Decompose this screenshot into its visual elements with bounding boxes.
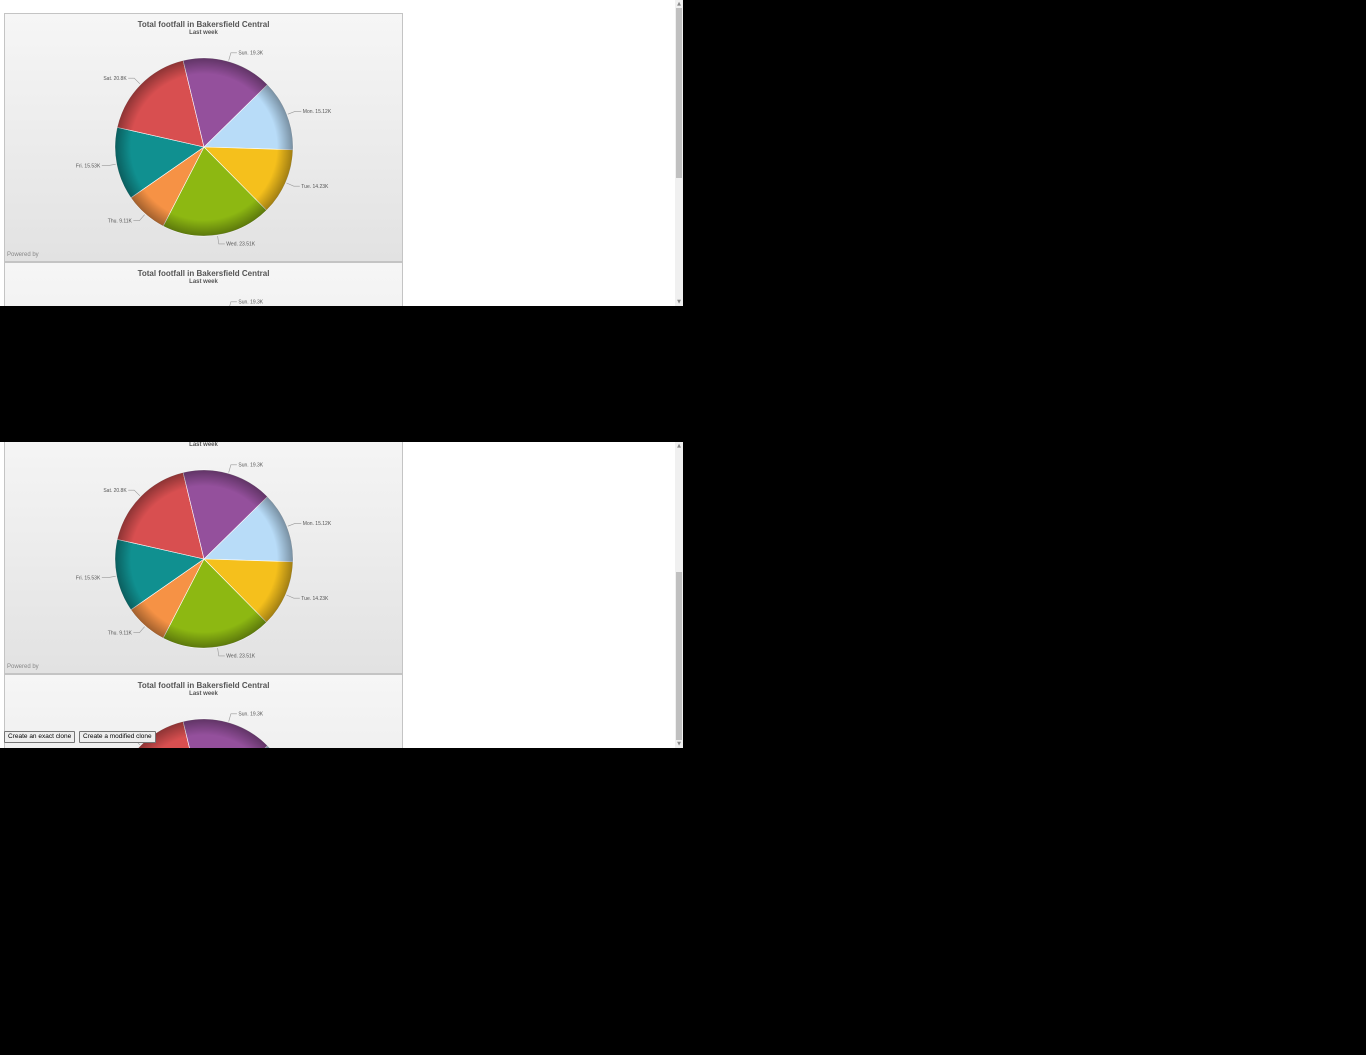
scroll-down-arrow-icon[interactable]: ▼ — [675, 740, 683, 748]
scroll-thumb[interactable] — [676, 572, 682, 740]
slice-label-connector — [287, 523, 302, 527]
slice-label: Sun. 19.3K — [238, 463, 263, 469]
slice-label: Sun. 19.3K — [238, 51, 263, 57]
scroll-up-arrow-icon[interactable]: ▲ — [675, 442, 683, 450]
slice-label: Wed. 23.51K — [226, 242, 255, 248]
slice-label: Tue. 14.23K — [301, 596, 329, 602]
slice-label: Sun. 19.3K — [238, 712, 263, 718]
slice-label-connector — [229, 301, 237, 306]
scroll-down-arrow-icon[interactable]: ▼ — [675, 298, 683, 306]
powered-by-text[interactable]: Powered by — [7, 252, 39, 258]
slice-label-connector — [286, 182, 300, 187]
pie-chart-panel-2: Mon. 15.12K Tue. 14.23K Wed. 23.51K Thu. 9.… — [4, 442, 403, 674]
slice-label-connector — [217, 235, 225, 245]
chart-subtitle: Last week — [189, 30, 218, 36]
chart-viewport-top[interactable]: Mon. 15.12K Tue. 14.23K Wed. 23.51K Thu. 9.… — [0, 0, 683, 306]
chart-title: Total footfall in Bakersfield Central — [137, 681, 270, 690]
pie-chart-svg: Mon. 15.12K Tue. 14.23K Wed. 23.51K Thu. 9.… — [76, 51, 332, 248]
slice-label: Wed. 23.51K — [226, 654, 255, 660]
slice-label-connector — [228, 713, 237, 722]
slice-label-connector — [133, 626, 145, 633]
slice-label-connector — [128, 77, 141, 85]
slice-label-connector — [287, 111, 302, 115]
slice-label-connector — [228, 52, 237, 61]
chart-subtitle: Last week — [189, 442, 218, 448]
pie-chart-panel-1: Mon. 15.12K Tue. 14.23K Wed. 23.51K Thu. 9.… — [4, 13, 403, 262]
powered-by-text[interactable]: Powered by — [7, 664, 39, 670]
chart-subtitle: Last week — [189, 691, 218, 697]
slice-label: Thu. 9.11K — [108, 219, 133, 225]
create-modified-clone-button[interactable]: Create a modified clone — [79, 731, 156, 743]
slice-label-connector — [101, 163, 116, 166]
slice-label: Sun. 19.3K — [238, 300, 263, 306]
slice-label: Sat. 20.8K — [103, 76, 127, 82]
chart-title: Total footfall in Bakersfield Central — [137, 20, 270, 29]
chart-viewport-bottom[interactable]: Mon. 15.12K Tue. 14.23K Wed. 23.51K Thu. 9.… — [0, 442, 683, 748]
slice-label-connector — [133, 214, 145, 221]
slice-label-connector — [228, 464, 237, 473]
slice-label: Mon. 15.12K — [303, 109, 332, 115]
slice-label-connector — [217, 647, 225, 657]
vertical-scrollbar[interactable]: ▲ ▼ — [675, 442, 683, 748]
pie-slice-sun[interactable] — [182, 718, 268, 748]
pie-chart-panel-2: Mon. 15.12KTue. 14.23KWed. 23.51KThu. 9.… — [4, 262, 403, 306]
vertical-scrollbar[interactable]: ▲ ▼ — [675, 0, 683, 306]
scroll-thumb[interactable] — [676, 8, 682, 178]
slice-label: Sat. 20.8K — [103, 488, 127, 494]
slice-label: Fri. 15.53K — [76, 576, 101, 582]
scroll-up-arrow-icon[interactable]: ▲ — [675, 0, 683, 8]
slice-label-connector — [101, 575, 116, 578]
slice-label: Thu. 9.11K — [108, 631, 133, 637]
slice-label: Fri. 15.53K — [76, 164, 101, 170]
slice-label: Tue. 14.23K — [301, 184, 329, 190]
slice-label: Mon. 15.12K — [303, 521, 332, 527]
create-exact-clone-button[interactable]: Create an exact clone — [4, 731, 76, 743]
slice-label-connector — [128, 489, 141, 497]
slice-label-connector — [286, 594, 300, 599]
pie-chart-svg: Mon. 15.12K Tue. 14.23K Wed. 23.51K Thu. 9.… — [76, 463, 332, 660]
chart-title: Total footfall in Bakersfield Central — [137, 269, 270, 278]
chart-subtitle: Last week — [189, 279, 218, 285]
